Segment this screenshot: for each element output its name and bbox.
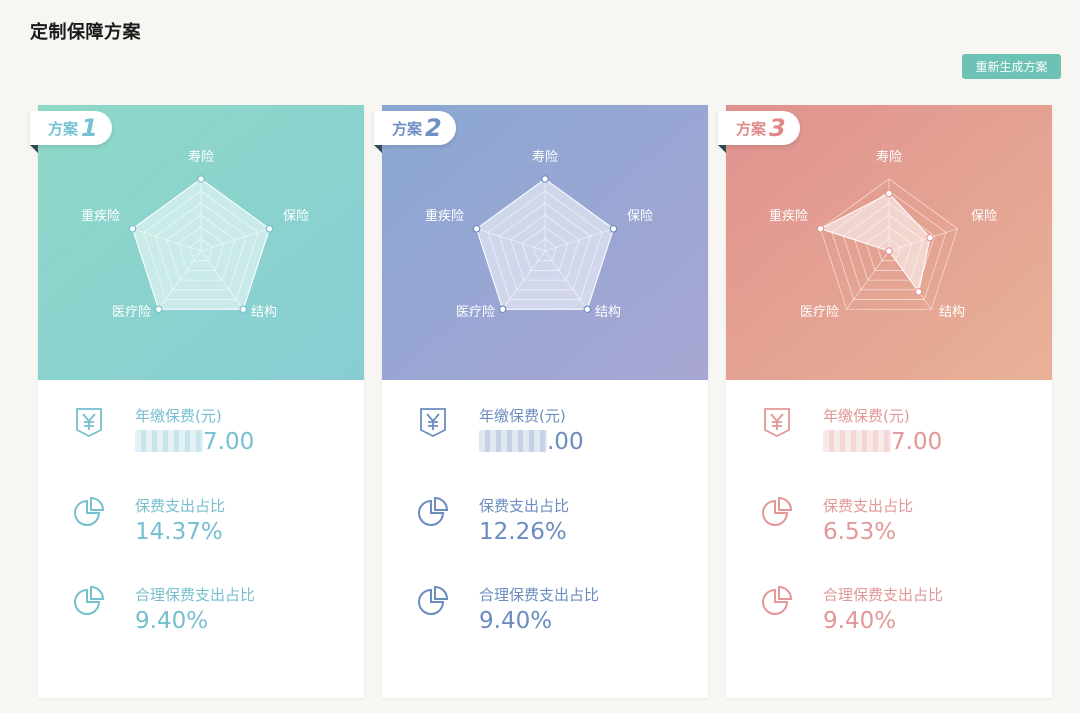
radar-data-point bbox=[816, 224, 825, 233]
pie-chart-icon bbox=[418, 496, 449, 526]
tag-fold bbox=[374, 145, 382, 153]
plan-tag-label: 方案 bbox=[392, 119, 423, 138]
stat-label: 保费支出占比 bbox=[479, 497, 570, 515]
redacted-digits bbox=[479, 430, 547, 452]
radar-axis-label: 保险 bbox=[283, 209, 309, 224]
stat-value-suffix: 7.00 bbox=[891, 429, 943, 455]
radar-data-point bbox=[265, 224, 274, 233]
radar-data-point bbox=[239, 305, 248, 314]
stat-label: 保费支出占比 bbox=[823, 497, 914, 515]
radar-data-point bbox=[154, 305, 163, 314]
stat-value: 7.00 bbox=[823, 429, 942, 455]
radar-axis-label: 医疗险 bbox=[456, 305, 495, 320]
stat-value: 9.40% bbox=[479, 608, 553, 634]
radar-axis-label: 寿险 bbox=[532, 150, 558, 165]
radar-data-point bbox=[885, 247, 893, 255]
radar-axis-label: 结构 bbox=[939, 305, 965, 320]
stat-label: 年缴保费(元) bbox=[479, 407, 566, 425]
plan-tag: 方案 2 bbox=[374, 111, 456, 153]
plan-header: 寿险保险结构 医疗险 重疾险 方案 1 bbox=[30, 105, 364, 380]
plan-tag-label: 方案 bbox=[736, 119, 767, 138]
radar-data-point bbox=[197, 175, 205, 183]
plan-tag-number: 3 bbox=[769, 114, 786, 142]
regenerate-plan-button[interactable]: 重新生成方案 bbox=[962, 54, 1061, 79]
tag-fold bbox=[30, 145, 38, 153]
radar-axis-label: 医疗险 bbox=[800, 305, 839, 320]
radar-axis-label: 重疾险 bbox=[425, 208, 464, 224]
yen-icon bbox=[764, 408, 790, 438]
pie-chart-icon bbox=[762, 496, 793, 526]
radar-axis-label: 寿险 bbox=[188, 150, 214, 165]
stat-label: 年缴保费(元) bbox=[135, 407, 222, 425]
radar-chart: 寿险保险结构 医疗险 重疾险 bbox=[382, 105, 708, 380]
radar-axis-label: 保险 bbox=[627, 209, 653, 224]
radar-axis-label: 医疗险 bbox=[112, 305, 151, 320]
stat-value: 6.53% bbox=[823, 519, 897, 545]
plan-card-2[interactable]: 寿险保险结构 医疗险 重疾险 方案 2 年缴保费(元) .00 保费支出占比 12.26% 合理保… bbox=[374, 105, 708, 698]
plan-card-1[interactable]: 寿险保险结构 医疗险 重疾险 方案 1 年缴保费(元) 7.00 保费支出占比 14.37% 合理… bbox=[30, 105, 364, 698]
stat-label: 合理保费支出占比 bbox=[479, 586, 600, 604]
pie-chart-icon bbox=[74, 585, 105, 615]
radar-axis-label: 寿险 bbox=[876, 150, 902, 165]
radar-axis-label: 保险 bbox=[971, 209, 997, 224]
radar-data-point bbox=[926, 233, 934, 242]
radar-axis-label: 重疾险 bbox=[81, 208, 120, 224]
stat-label: 保费支出占比 bbox=[135, 497, 226, 515]
plan-tag-number: 1 bbox=[81, 114, 98, 142]
radar-data-point bbox=[914, 287, 923, 296]
stat-value: .00 bbox=[479, 429, 584, 455]
page-title: 定制保障方案 bbox=[30, 22, 141, 43]
radar-data-point bbox=[541, 175, 549, 183]
stat-label: 年缴保费(元) bbox=[823, 407, 910, 425]
pie-chart-icon bbox=[74, 496, 105, 526]
radar-chart: 寿险保险结构 医疗险 重疾险 bbox=[726, 105, 1052, 380]
redacted-digits bbox=[135, 430, 203, 452]
stat-value: 12.26% bbox=[479, 519, 567, 545]
plan-tag: 方案 1 bbox=[30, 111, 112, 153]
radar-data-point bbox=[609, 224, 618, 233]
plan-card-3[interactable]: 寿险保险结构 医疗险 重疾险 方案 3 年缴保费(元) 7.00 保费支出占比 6.53% 合理保… bbox=[718, 105, 1052, 698]
pie-chart-icon bbox=[418, 585, 449, 615]
redacted-digits bbox=[823, 430, 891, 452]
radar-chart: 寿险保险结构 医疗险 重疾险 bbox=[38, 105, 364, 380]
radar-data-point bbox=[583, 305, 592, 314]
radar-data-point bbox=[885, 189, 893, 198]
radar-data-point bbox=[498, 305, 507, 314]
plan-tag-label: 方案 bbox=[48, 119, 79, 138]
plan-tag-number: 2 bbox=[425, 114, 442, 142]
plan-header: 寿险保险结构 医疗险 重疾险 方案 2 bbox=[374, 105, 708, 380]
yen-icon bbox=[76, 408, 102, 438]
radar-axis-label: 结构 bbox=[251, 305, 277, 320]
stat-value: 7.00 bbox=[135, 429, 254, 455]
stat-value-suffix: .00 bbox=[547, 429, 584, 455]
stat-value: 14.37% bbox=[135, 519, 223, 545]
yen-icon bbox=[420, 408, 446, 438]
stat-value: 9.40% bbox=[823, 608, 897, 634]
stat-value-suffix: 7.00 bbox=[203, 429, 255, 455]
radar-data-point bbox=[472, 224, 481, 233]
pie-chart-icon bbox=[762, 585, 793, 615]
plan-header: 寿险保险结构 医疗险 重疾险 方案 3 bbox=[718, 105, 1052, 380]
radar-axis-label: 结构 bbox=[595, 305, 621, 320]
plan-tag: 方案 3 bbox=[718, 111, 800, 153]
stat-label: 合理保费支出占比 bbox=[823, 586, 944, 604]
stat-value: 9.40% bbox=[135, 608, 209, 634]
stat-label: 合理保费支出占比 bbox=[135, 586, 256, 604]
radar-data-point bbox=[128, 224, 137, 233]
tag-fold bbox=[718, 145, 726, 153]
radar-axis-label: 重疾险 bbox=[769, 208, 808, 224]
